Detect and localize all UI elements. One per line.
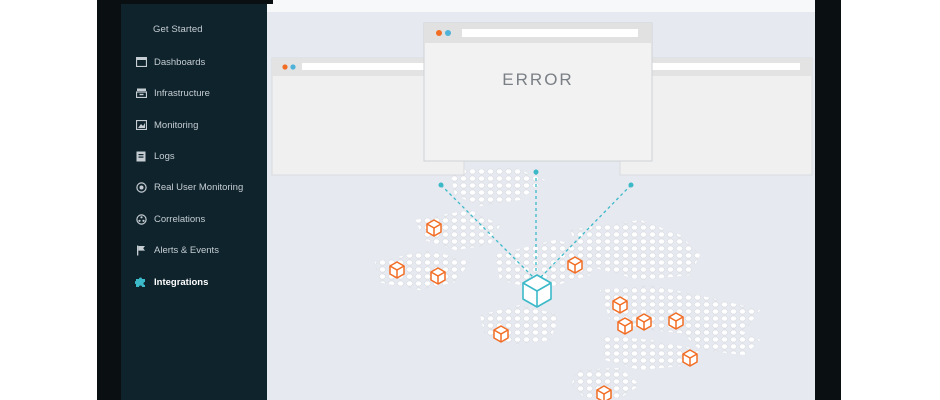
sidebar-item-dashboards[interactable]: Dashboards <box>121 52 267 72</box>
sidebar-item-correlations[interactable]: Correlations <box>121 209 267 229</box>
sidebar-item-infrastructure[interactable]: Infrastructure <box>121 83 267 103</box>
puzzle-icon <box>135 276 147 288</box>
sidebar-item-logs[interactable]: Logs <box>121 146 267 166</box>
sidebar-item-label: Logs <box>154 150 175 162</box>
rum-icon <box>135 181 147 193</box>
server-icon <box>135 87 147 99</box>
device-bezel-right <box>815 0 841 400</box>
sidebar-item-label: Dashboards <box>154 56 206 68</box>
error-message: ERROR <box>502 70 574 89</box>
sidebar-item-label: Real User Monitoring <box>154 181 244 193</box>
flag-icon <box>135 244 147 256</box>
logs-icon <box>135 150 147 162</box>
main-content <box>267 0 815 400</box>
sidebar-item-alerts-events[interactable]: Alerts & Events <box>121 240 267 260</box>
sidebar-item-label: Integrations <box>154 276 209 288</box>
sidebar-item-monitoring[interactable]: Monitoring <box>121 115 267 135</box>
sidebar-item-real-user-monitoring[interactable]: Real User Monitoring <box>121 177 267 197</box>
sidebar-item-integrations[interactable]: Integrations <box>121 272 267 292</box>
device-bezel-left <box>97 0 121 400</box>
correlations-icon <box>135 213 147 225</box>
get-started-link[interactable]: Get Started <box>153 24 203 35</box>
monitor-icon <box>135 119 147 131</box>
sidebar: Get Started Dashboards Infrastructure Mo… <box>121 0 267 400</box>
main-top-edge <box>267 0 273 4</box>
sidebar-top-edge <box>121 0 267 4</box>
main-top-strip <box>267 0 815 12</box>
sidebar-item-label: Correlations <box>154 213 206 225</box>
sidebar-item-label: Alerts & Events <box>154 244 219 256</box>
sidebar-item-label: Infrastructure <box>154 87 210 99</box>
dashboard-icon <box>135 56 147 68</box>
sidebar-item-label: Monitoring <box>154 119 199 131</box>
